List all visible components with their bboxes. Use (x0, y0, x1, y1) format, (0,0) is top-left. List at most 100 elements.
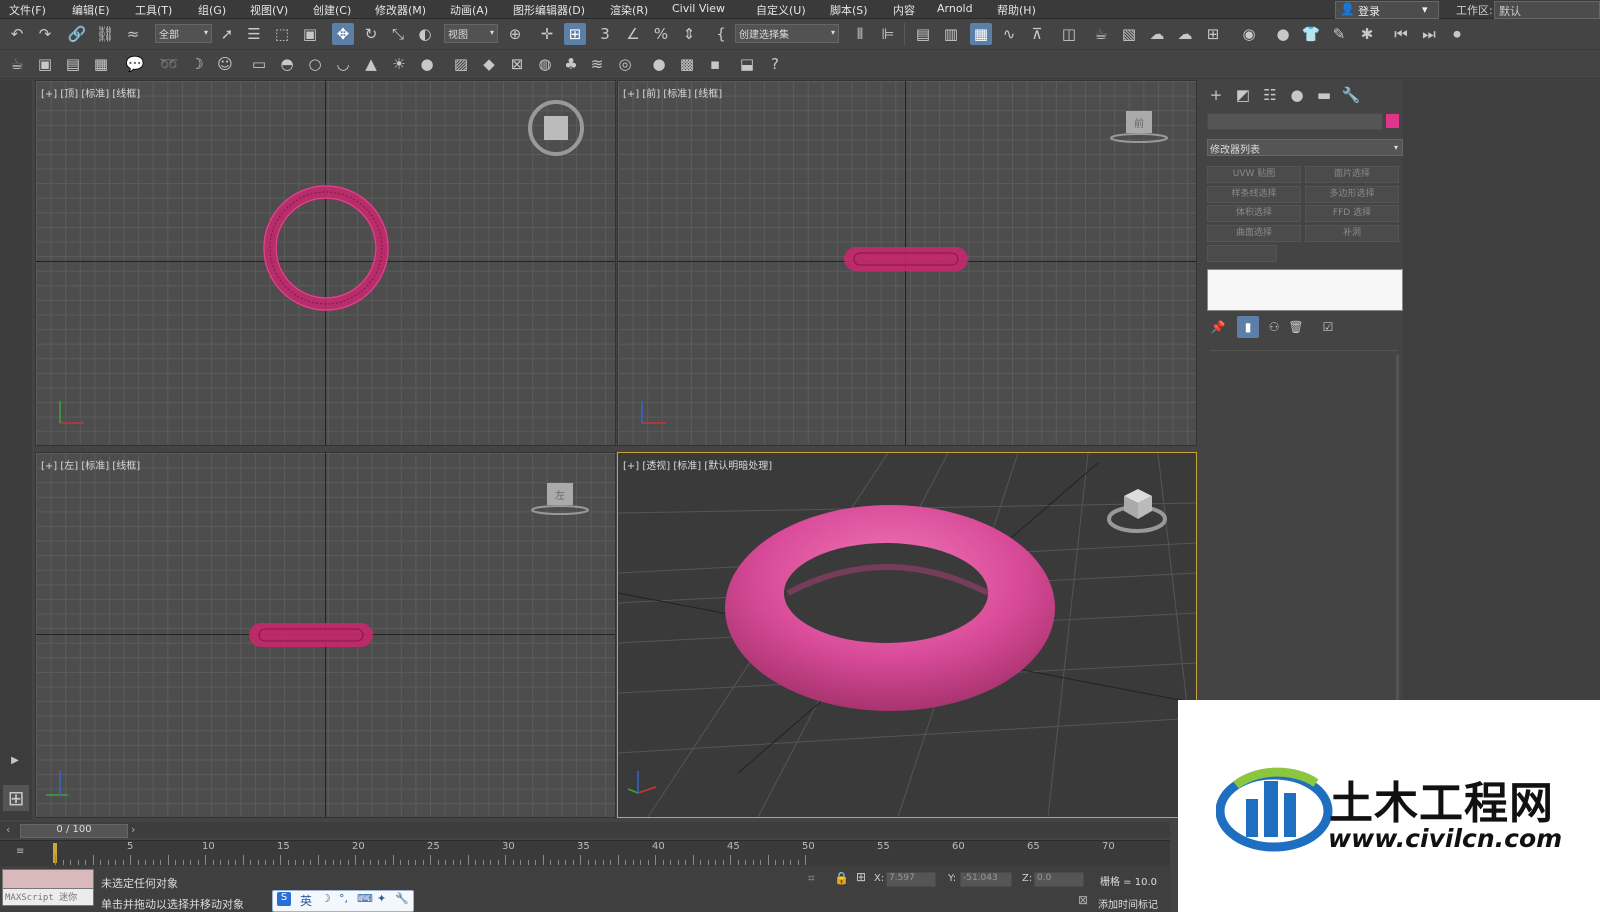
teapot-icon[interactable]: ☕ (6, 53, 28, 75)
frame-indicator[interactable]: 0 / 100 (20, 824, 128, 838)
help-icon[interactable]: ? (764, 53, 786, 75)
command-panel-scrollbar[interactable] (1396, 355, 1399, 700)
modifier-stack[interactable] (1207, 269, 1403, 311)
place-icon[interactable]: ◐ (414, 23, 436, 45)
capsule-icon[interactable]: ◆ (478, 53, 500, 75)
globe-icon[interactable]: ◍ (534, 53, 556, 75)
select-by-name-icon[interactable]: ☰ (243, 23, 265, 45)
menu-group[interactable]: 组(G) (198, 2, 226, 18)
link-icon[interactable]: 🔗 (66, 23, 88, 45)
menu-customize[interactable]: 自定义(U) (756, 2, 806, 18)
prev-frame-icon[interactable]: ‹ (6, 823, 10, 836)
configure-sets-icon[interactable]: ☑ (1317, 316, 1339, 338)
export-icon[interactable]: ⬓ (736, 53, 758, 75)
viewcube-perspective[interactable] (1102, 471, 1172, 541)
a360-gallery-icon[interactable]: ◉ (1238, 23, 1260, 45)
motion-icon[interactable]: ➿ (158, 53, 180, 75)
torus-left-wire[interactable] (36, 453, 615, 817)
unlink-icon[interactable]: ⛓ (94, 23, 116, 45)
modifier-list-dropdown[interactable]: 修改器列表 ▾ (1207, 139, 1403, 156)
maxscript-mini-input[interactable]: MAXScript 迷你 (2, 888, 94, 906)
sun-icon[interactable]: ☀ (388, 53, 410, 75)
make-unique-icon[interactable]: ⚇ (1263, 316, 1285, 338)
undo-icon[interactable]: ↶ (6, 23, 28, 45)
ime-keyboard-icon[interactable]: ⌨ (357, 892, 373, 905)
menu-animation[interactable]: 动画(A) (450, 2, 488, 18)
object-name-field[interactable] (1207, 113, 1383, 130)
ime-tools-icon[interactable]: ✦ (377, 892, 386, 905)
modifier-button[interactable]: 多边形选择 (1305, 186, 1399, 203)
modifier-button[interactable]: UVW 贴图 (1207, 166, 1301, 183)
dome-icon[interactable]: ◓ (276, 53, 298, 75)
modifier-button[interactable]: 样条线选择 (1207, 186, 1301, 203)
menu-civil-view[interactable]: Civil View (672, 2, 725, 15)
moon-icon[interactable]: ☽ (186, 53, 208, 75)
time-tag-icon[interactable]: ⊠ (1078, 893, 1088, 907)
create-tab-icon[interactable]: + (1205, 84, 1227, 106)
ime-toolbar[interactable]: S 英 ☽ °, ⌨ ✦ 🔧 (272, 890, 414, 912)
fur-icon[interactable]: ◎ (614, 53, 636, 75)
menu-create[interactable]: 创建(C) (313, 2, 351, 18)
lock-icon[interactable]: 🔒 (834, 871, 849, 885)
character-icon[interactable]: ☺ (214, 53, 236, 75)
menu-help[interactable]: 帮助(H) (997, 2, 1036, 18)
menu-file[interactable]: 文件(F) (9, 2, 46, 18)
menu-rendering[interactable]: 渲染(R) (610, 2, 648, 18)
select-move-icon[interactable]: ✥ (332, 23, 354, 45)
named-selection-dropdown[interactable]: 创建选择集 ▾ (735, 24, 839, 43)
utilities-tab-icon[interactable]: 🔧 (1340, 84, 1362, 106)
ime-moon-icon[interactable]: ☽ (321, 892, 331, 905)
redo-icon[interactable]: ↷ (34, 23, 56, 45)
ime-settings-icon[interactable]: 🔧 (395, 892, 409, 905)
modifier-button-empty[interactable] (1207, 245, 1277, 262)
modifier-button[interactable]: 面片选择 (1305, 166, 1399, 183)
select-scale-icon[interactable]: ⤡ (387, 23, 409, 45)
table-panel-icon[interactable]: ▦ (90, 53, 112, 75)
menu-views[interactable]: 视图(V) (250, 2, 288, 18)
modifier-button[interactable]: 曲面选择 (1207, 225, 1301, 242)
menu-modifiers[interactable]: 修改器(M) (375, 2, 426, 18)
align-icon[interactable]: ⊫ (877, 23, 899, 45)
select-object-icon[interactable]: ➚ (216, 23, 238, 45)
mesh-icon[interactable]: ⊠ (506, 53, 528, 75)
menu-graph-editors[interactable]: 图形编辑器(D) (513, 2, 585, 18)
sphere-light-icon[interactable]: ○ (304, 53, 326, 75)
time-slider[interactable]: ‹ › (0, 822, 1170, 838)
shirt-icon[interactable]: 👕 (1300, 23, 1322, 45)
particle-tool-icon[interactable]: ✱ (1356, 23, 1378, 45)
login-dropdown[interactable]: 👤 登录 ▾ (1335, 1, 1439, 19)
modifier-button[interactable]: 体积选择 (1207, 205, 1301, 222)
plant-icon[interactable]: ♣ (560, 53, 582, 75)
track-bar[interactable]: ≡ 5 10 15 20 25 30 35 40 45 50 55 60 65 70 (0, 840, 1170, 867)
next-frame-icon[interactable]: › (131, 823, 135, 836)
mirror-icon[interactable]: ⫴ (849, 23, 871, 45)
bind-space-warp-icon[interactable]: ≈ (122, 23, 144, 45)
menu-arnold[interactable]: Arnold (937, 2, 973, 15)
window-crossing-icon[interactable]: ▣ (299, 23, 321, 45)
curve-editor-icon[interactable]: ∿ (998, 23, 1020, 45)
display-tab-icon[interactable]: ▬ (1313, 84, 1335, 106)
render-window-icon[interactable]: ▣ (34, 53, 56, 75)
modifier-button[interactable]: FFD 选择 (1305, 205, 1399, 222)
render-grid-icon[interactable]: ⊞ (1202, 23, 1224, 45)
pivot-center-icon[interactable]: ⊕ (504, 23, 526, 45)
viewport-front[interactable]: [+] [前] [标准] [线框] 前 (617, 80, 1197, 446)
motion-tab-icon[interactable]: ● (1286, 84, 1308, 106)
hierarchy-tab-icon[interactable]: ☷ (1259, 84, 1281, 106)
edit-named-selection-icon[interactable]: { (710, 23, 732, 45)
viewcube-top[interactable] (521, 93, 591, 163)
play-forward-icon[interactable]: ⏭ (1418, 23, 1440, 45)
spinner-snap-icon[interactable]: ⇕ (678, 23, 700, 45)
toggle-layer-explorer-icon[interactable]: ▥ (940, 23, 962, 45)
chat-icon[interactable]: 💬 (124, 53, 146, 75)
keyboard-shortcut-toggle-icon[interactable]: ⊞ (564, 23, 586, 45)
record-icon[interactable]: ⏺ (1446, 23, 1468, 45)
camera-icon[interactable]: ▪ (704, 53, 726, 75)
menu-tools[interactable]: 工具(T) (135, 2, 172, 18)
isolate-icon[interactable]: ⌗ (808, 871, 815, 886)
pin-stack-icon[interactable]: 📌 (1207, 316, 1229, 338)
list-panel-icon[interactable]: ▤ (62, 53, 84, 75)
play-backward-icon[interactable]: ⏮ (1390, 23, 1412, 45)
bulb-icon[interactable]: ● (416, 53, 438, 75)
plane-icon[interactable]: ▭ (248, 53, 270, 75)
